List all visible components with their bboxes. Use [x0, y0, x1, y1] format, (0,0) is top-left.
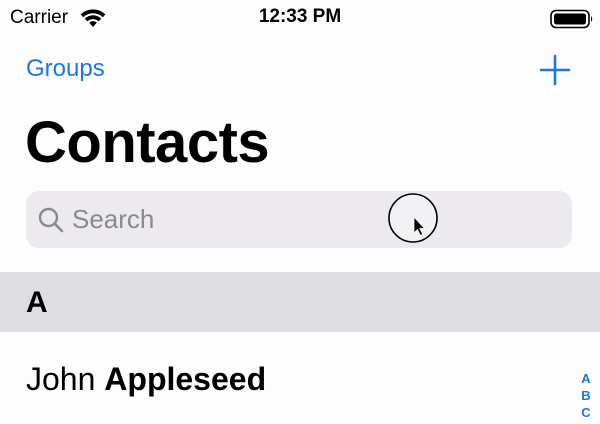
contact-last-name: Appleseed	[104, 361, 267, 397]
contact-row[interactable]: John Appleseed	[0, 332, 600, 424]
plus-icon	[539, 54, 571, 86]
index-letter-c[interactable]: C	[577, 404, 595, 421]
add-contact-button[interactable]	[538, 53, 572, 87]
clock: 12:33 PM	[258, 6, 342, 27]
touch-cursor-icon	[388, 193, 438, 243]
status-bar: Carrier 12:33 PM	[0, 0, 600, 36]
groups-button[interactable]: Groups	[26, 55, 105, 83]
search-bar[interactable]	[26, 191, 572, 248]
contact-first-name: John	[26, 361, 96, 397]
page-title: Contacts	[25, 110, 270, 175]
section-header-a: A	[0, 272, 600, 332]
contacts-screen: Carrier 12:33 PM Groups Contacts Search …	[0, 0, 600, 424]
index-letter-a[interactable]: A	[577, 370, 595, 387]
section-letter: A	[26, 286, 48, 319]
section-index[interactable]: A B C	[577, 370, 595, 421]
search-icon	[38, 207, 64, 233]
battery-icon	[550, 9, 593, 29]
search-input[interactable]	[72, 199, 552, 239]
contact-name: John Appleseed	[26, 361, 266, 398]
index-letter-b[interactable]: B	[577, 387, 595, 404]
